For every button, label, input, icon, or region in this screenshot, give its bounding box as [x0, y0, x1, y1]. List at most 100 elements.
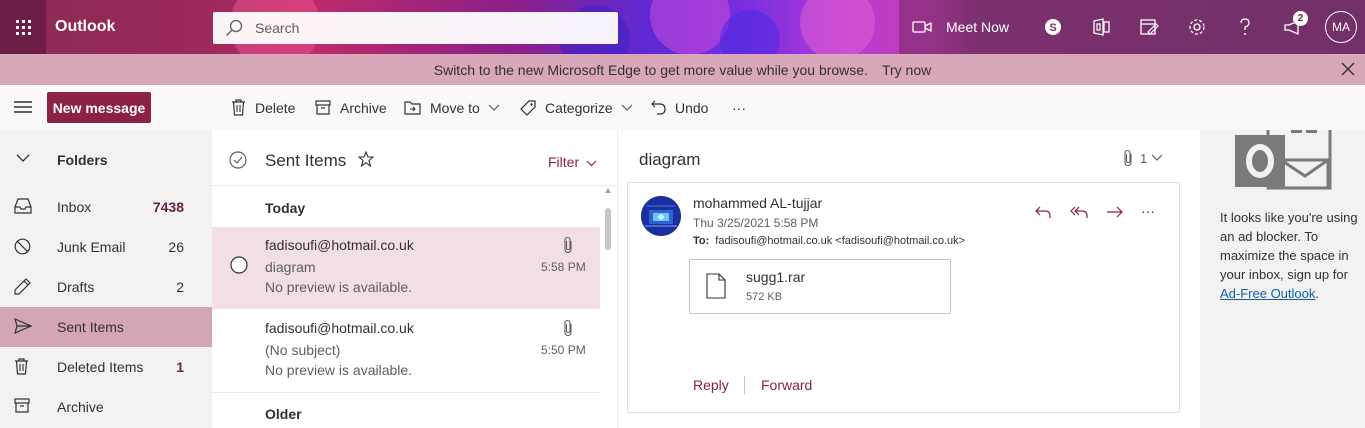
undo-button[interactable]: Undo — [651, 85, 708, 130]
sender-name[interactable]: mohammed AL-tujjar — [693, 195, 822, 211]
search-icon — [226, 19, 243, 36]
folder-sent-items[interactable]: Sent Items — [0, 307, 212, 347]
message-item[interactable]: fadisoufi@hotmail.co.uk (No subject) 5:5… — [212, 310, 600, 392]
reply-button[interactable]: Reply — [693, 377, 729, 393]
forward-button[interactable]: Forward — [761, 377, 812, 393]
notification-badge: 2 — [1293, 11, 1308, 26]
attachment-name: sugg1.rar — [746, 269, 806, 285]
waffle-icon — [15, 19, 31, 35]
close-icon[interactable] — [1339, 60, 1357, 78]
banner-message: Switch to the new Microsoft Edge to get … — [433, 61, 868, 78]
folder-junk-email[interactable]: Junk Email 26 — [0, 227, 212, 267]
group-header-today: Today — [265, 200, 306, 216]
svg-text:S: S — [1049, 22, 1056, 34]
folders-header[interactable]: Folders — [0, 140, 212, 180]
office-feed-button[interactable] — [1090, 0, 1112, 54]
attachment-count-button[interactable]: 1 — [1122, 149, 1163, 167]
divider — [744, 376, 745, 394]
sender-photo-icon — [641, 196, 681, 236]
folder-title: Sent Items — [265, 151, 347, 170]
unread-count: 1 — [176, 359, 184, 375]
message-list: Sent Items Filter Today fadisoufi@hotmai… — [212, 130, 618, 428]
file-icon — [706, 273, 726, 299]
whats-new-button[interactable] — [1282, 0, 1304, 54]
categorize-button[interactable]: Categorize — [520, 85, 633, 130]
top-bar: Outlook Meet Now S 2 MA — [0, 0, 1365, 54]
junk-icon — [14, 238, 31, 255]
ad-text-end: . — [1315, 286, 1319, 301]
new-message-button[interactable]: New message — [47, 92, 151, 123]
folder-deleted-items[interactable]: Deleted Items 1 — [0, 347, 212, 387]
message-preview: No preview is available. — [265, 362, 413, 378]
chevron-down-icon — [1151, 154, 1163, 161]
ellipsis-icon: ··· — [732, 99, 746, 116]
app-launcher-button[interactable] — [0, 0, 46, 54]
pencil-icon — [14, 278, 31, 295]
reading-pane: diagram 1 mohammed AL-tujjar Thu 3/25/20… — [618, 130, 1200, 428]
search-input[interactable] — [255, 20, 575, 36]
message-time: 5:50 PM — [541, 343, 586, 357]
paperclip-icon — [564, 236, 572, 254]
select-radio[interactable] — [230, 256, 248, 274]
calendar-check-icon — [1140, 19, 1159, 35]
archive-button[interactable]: Archive — [315, 85, 387, 130]
my-day-button[interactable] — [1138, 0, 1160, 54]
to-value[interactable]: fadisoufi@hotmail.co.uk <fadisoufi@hotma… — [715, 235, 965, 247]
message-subject: (No subject) — [265, 342, 341, 358]
folder-drafts[interactable]: Drafts 2 — [0, 267, 212, 307]
attachment-card[interactable]: sugg1.rar 572 KB — [689, 259, 951, 314]
settings-button[interactable] — [1186, 0, 1208, 54]
select-all-checkbox[interactable] — [229, 151, 247, 169]
send-icon — [14, 318, 32, 334]
folders-label: Folders — [57, 152, 108, 168]
scrollbar-thumb[interactable] — [605, 208, 611, 250]
filter-button[interactable]: Filter — [548, 154, 597, 170]
attachment-size: 572 KB — [746, 291, 783, 303]
categorize-label: Categorize — [545, 99, 613, 116]
folder-archive[interactable]: Archive — [0, 387, 212, 427]
paperclip-icon — [1124, 149, 1132, 167]
app-name[interactable]: Outlook — [55, 18, 115, 36]
message-preview: No preview is available. — [265, 279, 413, 295]
meet-now-label: Meet Now — [946, 19, 1010, 35]
chevron-down-icon — [621, 104, 633, 111]
archive-label: Archive — [340, 99, 387, 116]
scroll-up-arrow-icon[interactable] — [605, 188, 611, 193]
message-list-header: Sent Items Filter — [212, 130, 617, 186]
folder-label: Drafts — [57, 279, 95, 295]
move-to-button[interactable]: Move to — [404, 85, 500, 130]
message-time: 5:58 PM — [541, 260, 586, 274]
chevron-down-icon — [586, 160, 597, 167]
group-header-older: Older — [265, 406, 302, 422]
gear-icon — [1189, 19, 1205, 35]
ad-blocker-message: It looks like you're using an ad blocker… — [1220, 208, 1360, 303]
trash-icon — [232, 99, 245, 116]
more-options-icon[interactable]: ··· — [1141, 203, 1155, 219]
folder-inbox[interactable]: Inbox 7438 — [0, 187, 212, 227]
command-bar: New message Delete Archive Move to Categ… — [0, 85, 1365, 130]
star-icon[interactable] — [358, 151, 374, 167]
message-item[interactable]: fadisoufi@hotmail.co.uk diagram 5:58 PM … — [212, 227, 600, 309]
skype-icon: S — [1045, 19, 1061, 35]
account-button[interactable]: MA — [1324, 0, 1358, 54]
meet-now-button[interactable]: Meet Now — [912, 0, 1009, 54]
chevron-down-icon — [16, 154, 30, 162]
reply-icon[interactable] — [1035, 205, 1051, 219]
more-actions-button[interactable]: ··· — [732, 85, 746, 130]
search-box[interactable] — [213, 12, 618, 44]
undo-label: Undo — [675, 99, 709, 116]
hamburger-menu-icon[interactable] — [14, 100, 32, 114]
message-sender: fadisoufi@hotmail.co.uk — [265, 320, 414, 336]
delete-button[interactable]: Delete — [231, 85, 295, 130]
ad-free-outlook-link[interactable]: Ad-Free Outlook — [1220, 286, 1315, 301]
forward-icon[interactable] — [1106, 205, 1124, 219]
reply-all-icon[interactable] — [1070, 205, 1088, 219]
help-button[interactable] — [1236, 0, 1254, 54]
try-now-link[interactable]: Try now — [882, 62, 931, 78]
sent-date: Thu 3/25/2021 5:58 PM — [693, 216, 819, 230]
avatar: MA — [1325, 11, 1357, 43]
recipients: To: fadisoufi@hotmail.co.uk <fadisoufi@ho… — [693, 235, 965, 247]
video-camera-icon — [912, 21, 932, 33]
skype-button[interactable]: S — [1043, 0, 1063, 54]
delete-label: Delete — [255, 99, 296, 116]
